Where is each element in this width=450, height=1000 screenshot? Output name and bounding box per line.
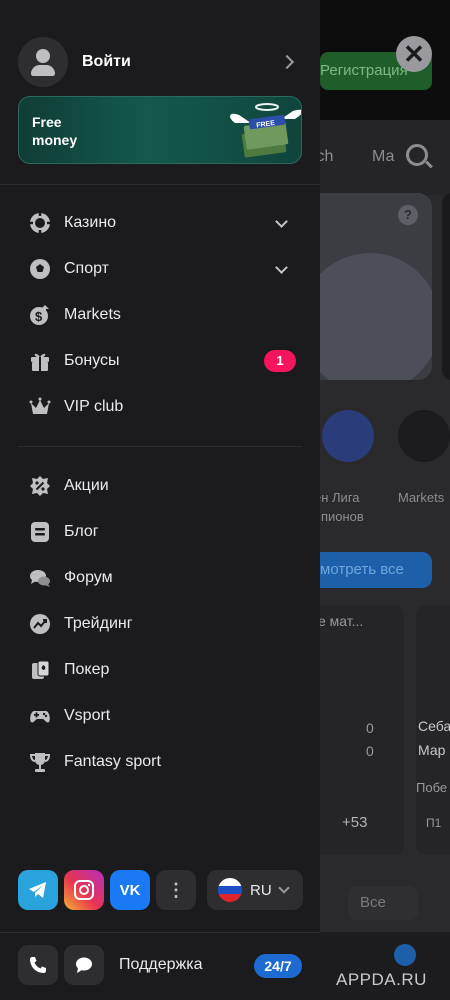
background-tab-1[interactable]: tch — [320, 148, 333, 166]
background-app: Регистрация ✕ tch Ма ? ен Лига мпионов M… — [320, 0, 450, 1000]
more-icon: ⋮ — [167, 879, 185, 900]
menu-item-forum[interactable]: Форум — [28, 563, 296, 593]
menu-label: Трейдинг — [64, 615, 133, 632]
blog-icon — [28, 520, 52, 544]
menu-label: Бонусы — [64, 352, 120, 369]
menu-item-sport[interactable]: Спорт — [28, 254, 296, 284]
menu-label: Форум — [64, 569, 113, 586]
side-drawer: Войти Free money FREE Казино Спорт $ Mar… — [0, 0, 320, 1000]
promo-card[interactable]: ? — [320, 193, 432, 380]
promo-card-2[interactable] — [442, 193, 450, 380]
help-icon[interactable]: ? — [398, 205, 418, 225]
more-socials-button[interactable]: ⋮ — [156, 870, 196, 910]
instagram-button[interactable] — [64, 870, 104, 910]
chevron-down-icon — [278, 882, 290, 894]
match-team: Мар — [418, 742, 446, 758]
trading-icon — [28, 612, 52, 636]
menu-label: Блог — [64, 523, 99, 540]
divider — [18, 446, 302, 447]
chevron-down-icon — [275, 214, 288, 228]
winged-money-icon: FREE — [230, 103, 301, 158]
percent-badge-icon — [28, 474, 52, 498]
telegram-icon — [29, 882, 46, 898]
bonus-count-badge: 1 — [264, 350, 296, 372]
support-hours-badge: 24/7 — [254, 954, 302, 978]
menu-label: Покер — [64, 661, 110, 678]
instagram-icon — [74, 880, 94, 900]
close-drawer-button[interactable]: ✕ — [396, 36, 432, 72]
banner-text: Free money — [32, 114, 78, 148]
background-tab-2[interactable]: Ма — [372, 148, 394, 166]
forum-icon — [28, 566, 52, 590]
markets-dollar-icon: $ — [28, 303, 52, 327]
menu-label: Markets — [64, 306, 121, 323]
support-label[interactable]: Поддержка — [119, 956, 202, 974]
menu-item-vsport[interactable]: Vsport — [28, 701, 296, 731]
language-code: RU — [250, 881, 272, 899]
vk-button[interactable]: VK — [110, 870, 150, 910]
gift-icon — [28, 349, 52, 373]
markets-avatar[interactable] — [398, 410, 450, 462]
score: 0 — [366, 743, 374, 759]
telegram-button[interactable] — [18, 870, 58, 910]
match-title: е мат... — [320, 613, 364, 629]
svg-text:$: $ — [35, 309, 43, 324]
menu-item-promotions[interactable]: Акции — [28, 471, 296, 501]
chat-button[interactable] — [64, 945, 104, 985]
chat-icon — [76, 957, 92, 973]
odd-p1-label[interactable]: П1 — [426, 816, 441, 830]
menu-item-blog[interactable]: Блог — [28, 517, 296, 547]
soccer-ball-icon — [28, 257, 52, 281]
menu-label: Fantasy sport — [64, 753, 161, 770]
phone-button[interactable] — [18, 945, 58, 985]
gamepad-icon — [28, 704, 52, 728]
menu-item-vip-club[interactable]: VIP club — [28, 392, 296, 422]
vk-icon: VK — [119, 881, 141, 899]
menu-label: Казино — [64, 214, 117, 231]
more-odds-button[interactable]: +53 — [342, 814, 367, 831]
menu-item-fantasy-sport[interactable]: Fantasy sport — [28, 747, 296, 777]
menu-item-poker[interactable]: Покер — [28, 655, 296, 685]
chevron-down-icon — [275, 260, 288, 274]
nav-icon[interactable] — [394, 944, 416, 966]
trophy-icon — [28, 750, 52, 774]
chevron-right-icon — [279, 54, 295, 70]
menu-item-trading[interactable]: Трейдинг — [28, 609, 296, 639]
menu-label: Vsport — [64, 707, 111, 724]
russia-flag-icon — [218, 878, 242, 902]
menu-label: Акции — [64, 477, 109, 494]
casino-chip-icon — [28, 211, 52, 235]
avatar-label: Markets — [398, 490, 445, 505]
search-icon[interactable] — [406, 144, 428, 166]
result-label: Побе — [416, 780, 448, 795]
user-avatar-icon — [18, 37, 68, 87]
see-all-button[interactable]: мотреть все — [320, 552, 432, 588]
avatar-label: ен Лига — [320, 490, 360, 505]
login-row[interactable]: Войти — [18, 37, 302, 87]
menu-item-bonuses[interactable]: Бонусы 1 — [28, 346, 296, 376]
phone-icon — [30, 957, 46, 973]
match-team: Себа — [418, 718, 450, 734]
avatar-label: мпионов — [320, 509, 364, 524]
crown-icon — [28, 395, 52, 419]
watermark: APPDA.RU — [336, 970, 427, 989]
poker-cards-icon — [28, 658, 52, 682]
all-button[interactable]: Все — [348, 886, 418, 920]
free-money-banner[interactable]: Free money FREE — [18, 96, 302, 164]
menu-item-markets[interactable]: $ Markets — [28, 300, 296, 330]
menu-item-casino[interactable]: Казино — [28, 208, 296, 238]
champions-league-avatar[interactable] — [322, 410, 374, 462]
login-label: Войти — [82, 53, 131, 70]
menu-label: Спорт — [64, 260, 109, 277]
score: 0 — [366, 720, 374, 736]
divider — [0, 184, 320, 185]
menu-label: VIP club — [64, 398, 124, 415]
language-selector[interactable]: RU — [207, 870, 303, 910]
